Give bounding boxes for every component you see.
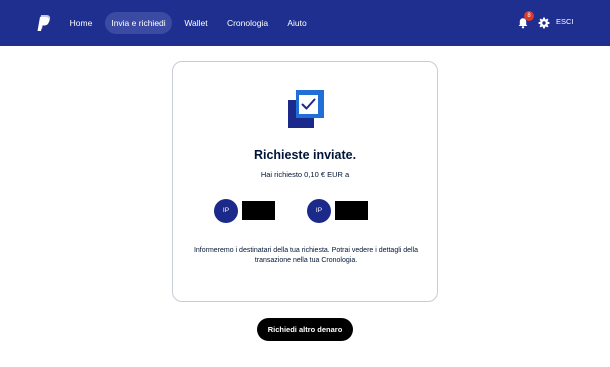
redacted-recipient-name xyxy=(335,201,368,220)
info-text: Informeremo i destinatari della tua rich… xyxy=(193,247,419,264)
page-title: Richieste inviate. xyxy=(253,148,357,162)
redacted-recipient-name xyxy=(242,201,275,220)
gear-icon[interactable] xyxy=(538,17,550,29)
checkbox-check-icon xyxy=(288,90,324,128)
avatar: IP xyxy=(214,199,238,223)
avatar: IP xyxy=(307,199,331,223)
confirmation-card: Richieste inviate. Hai richiesto 0,10 € … xyxy=(172,61,438,302)
nav-send-request[interactable]: Invia e richiedi xyxy=(105,12,172,34)
logout-link[interactable]: ESCI xyxy=(556,17,574,26)
nav-history[interactable]: Cronologia xyxy=(221,12,274,34)
notification-badge: 8 xyxy=(524,11,534,21)
request-summary: Hai richiesto 0,10 € EUR a xyxy=(260,170,350,179)
nav-help[interactable]: Aiuto xyxy=(281,12,313,34)
request-more-money-button[interactable]: Richiedi altro denaro xyxy=(257,318,353,341)
nav-home[interactable]: Home xyxy=(62,12,100,34)
paypal-logo[interactable] xyxy=(37,14,51,32)
top-navigation-bar: Home Invia e richiedi Wallet Cronologia … xyxy=(0,0,610,46)
nav-wallet[interactable]: Wallet xyxy=(178,12,214,34)
